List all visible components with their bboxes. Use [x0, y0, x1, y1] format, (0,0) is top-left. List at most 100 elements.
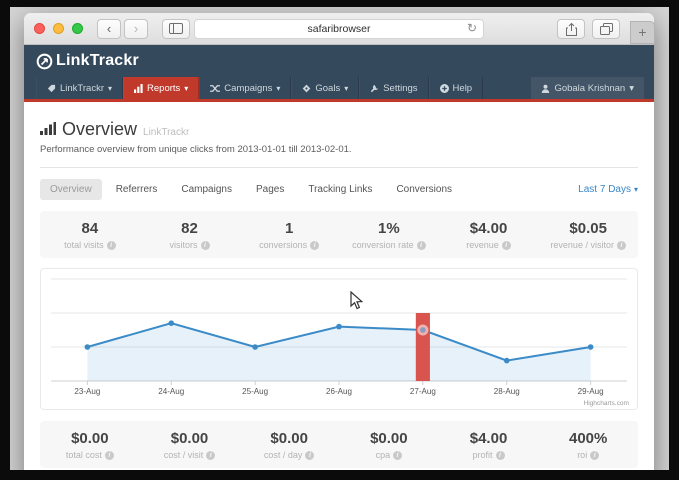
address-bar-text: safaribrowser: [307, 23, 370, 35]
share-button[interactable]: [557, 19, 585, 39]
nav-item-campaigns[interactable]: Campaigns ▾: [199, 77, 291, 99]
logo-text: LinkTrackr: [56, 52, 139, 70]
linktrackr-logo-icon: [36, 53, 53, 70]
stat-value: $0.00: [239, 430, 339, 447]
info-icon[interactable]: i: [107, 241, 116, 250]
nav-item-reports[interactable]: Reports ▾: [123, 77, 199, 99]
sidebar-toggle-button[interactable]: [162, 19, 190, 39]
info-icon[interactable]: i: [502, 241, 511, 250]
chevron-down-icon: ▾: [276, 84, 280, 93]
info-icon[interactable]: i: [617, 241, 626, 250]
shuffle-icon: [210, 84, 220, 93]
titlebar-right-buttons: [557, 19, 620, 39]
stat-revenue-per-visitor: $0.05 revenue / visitori: [538, 220, 638, 250]
tab-tracking-links[interactable]: Tracking Links: [298, 179, 382, 200]
show-tabs-button[interactable]: [592, 19, 620, 39]
new-tab-button[interactable]: +: [630, 21, 655, 44]
stat-cpa: $0.00 cpai: [339, 430, 439, 460]
user-name: Gobala Krishnan: [554, 83, 625, 94]
nav-label: Help: [453, 83, 473, 94]
svg-text:29-Aug: 29-Aug: [578, 387, 604, 396]
svg-text:Highcharts.com: Highcharts.com: [583, 400, 628, 407]
stat-label: revenue / visitor: [550, 240, 614, 250]
stat-cost-per-visit: $0.00 cost / visiti: [140, 430, 240, 460]
zoom-window-button[interactable]: [72, 23, 83, 34]
svg-text:28-Aug: 28-Aug: [494, 387, 520, 396]
tab-referrers[interactable]: Referrers: [106, 179, 168, 200]
user-menu[interactable]: Gobala Krishnan ▾: [531, 77, 644, 99]
nav-label: LinkTrackr: [60, 83, 104, 94]
tabs-row: Overview Referrers Campaigns Pages Track…: [40, 179, 638, 200]
chevron-down-icon: ▾: [634, 185, 638, 194]
desktop-background: + ‹ › safaribrowser ↻: [10, 7, 669, 470]
goal-diamond-icon: [302, 84, 311, 93]
stat-total-visits: 84 total visitsi: [40, 220, 140, 250]
help-circle-icon: [440, 84, 449, 93]
stat-label: total visits: [64, 240, 104, 250]
info-icon[interactable]: i: [206, 451, 215, 460]
chevron-down-icon: ▾: [108, 84, 112, 93]
nav-item-help[interactable]: Help: [429, 77, 484, 99]
stat-cost-per-day: $0.00 cost / dayi: [239, 430, 339, 460]
minimize-window-button[interactable]: [53, 23, 64, 34]
stat-conversions: 1 conversionsi: [239, 220, 339, 250]
stat-label: conversions: [259, 240, 307, 250]
linktrackr-logo[interactable]: LinkTrackr: [36, 52, 139, 70]
safari-window: ‹ › safaribrowser ↻: [24, 13, 654, 470]
reload-icon[interactable]: ↻: [467, 21, 477, 35]
page-title-row: Overview LinkTrackr: [40, 119, 638, 140]
tab-campaigns[interactable]: Campaigns: [171, 179, 242, 200]
tab-pages[interactable]: Pages: [246, 179, 294, 200]
stat-value: 1: [239, 220, 339, 237]
info-icon[interactable]: i: [105, 451, 114, 460]
info-icon[interactable]: i: [305, 451, 314, 460]
info-icon[interactable]: i: [417, 241, 426, 250]
stat-label: conversion rate: [352, 240, 414, 250]
stat-label: visitors: [170, 240, 198, 250]
overview-chart-svg: 23-Aug24-Aug25-Aug26-Aug27-Aug28-Aug29-A…: [41, 269, 637, 409]
stat-value: $0.05: [538, 220, 638, 237]
stat-value: 400%: [538, 430, 638, 447]
nav-item-goals[interactable]: Goals ▾: [291, 77, 359, 99]
stat-value: $4.00: [439, 430, 539, 447]
report-bars-icon: [40, 122, 56, 135]
sidebar-icon: [169, 23, 183, 34]
svg-text:27-Aug: 27-Aug: [410, 387, 436, 396]
stat-label: cost / visit: [164, 450, 204, 460]
top-stats-row: 84 total visitsi 82 visitorsi 1 conversi…: [40, 211, 638, 258]
bar-chart-icon: [134, 84, 143, 93]
address-bar[interactable]: safaribrowser ↻: [194, 19, 484, 39]
page-title-suffix: LinkTrackr: [143, 127, 189, 138]
stat-value: 82: [140, 220, 240, 237]
stat-value: $0.00: [40, 430, 140, 447]
stat-label: roi: [577, 450, 587, 460]
stat-value: 1%: [339, 220, 439, 237]
stat-value: $4.00: [439, 220, 539, 237]
browser-titlebar: ‹ › safaribrowser ↻: [24, 13, 654, 45]
stat-conversion-rate: 1% conversion ratei: [339, 220, 439, 250]
stat-value: $0.00: [140, 430, 240, 447]
period-selector[interactable]: Last 7 Days ▾: [578, 184, 638, 195]
chevron-down-icon: ▾: [184, 84, 188, 93]
stat-label: revenue: [466, 240, 499, 250]
stat-total-cost: $0.00 total costi: [40, 430, 140, 460]
nav-item-settings[interactable]: Settings: [359, 77, 428, 99]
nav-label: Settings: [383, 83, 417, 94]
stat-label: profit: [473, 450, 493, 460]
close-window-button[interactable]: [34, 23, 45, 34]
tab-conversions[interactable]: Conversions: [386, 179, 462, 200]
nav-item-linktrackr[interactable]: LinkTrackr ▾: [36, 77, 123, 99]
info-icon[interactable]: i: [590, 451, 599, 460]
info-icon[interactable]: i: [496, 451, 505, 460]
visits-chart-card[interactable]: 23-Aug24-Aug25-Aug26-Aug27-Aug28-Aug29-A…: [40, 268, 638, 410]
wrench-icon: [370, 84, 379, 93]
back-button[interactable]: ‹: [97, 19, 121, 39]
site-header: LinkTrackr: [24, 45, 654, 77]
tab-overview[interactable]: Overview: [40, 179, 102, 200]
info-icon[interactable]: i: [201, 241, 210, 250]
nav-label: Reports: [147, 83, 180, 94]
info-icon[interactable]: i: [393, 451, 402, 460]
main-navbar: LinkTrackr ▾ Reports ▾ Campaigns ▾: [24, 77, 654, 102]
info-icon[interactable]: i: [310, 241, 319, 250]
forward-button[interactable]: ›: [124, 19, 148, 39]
